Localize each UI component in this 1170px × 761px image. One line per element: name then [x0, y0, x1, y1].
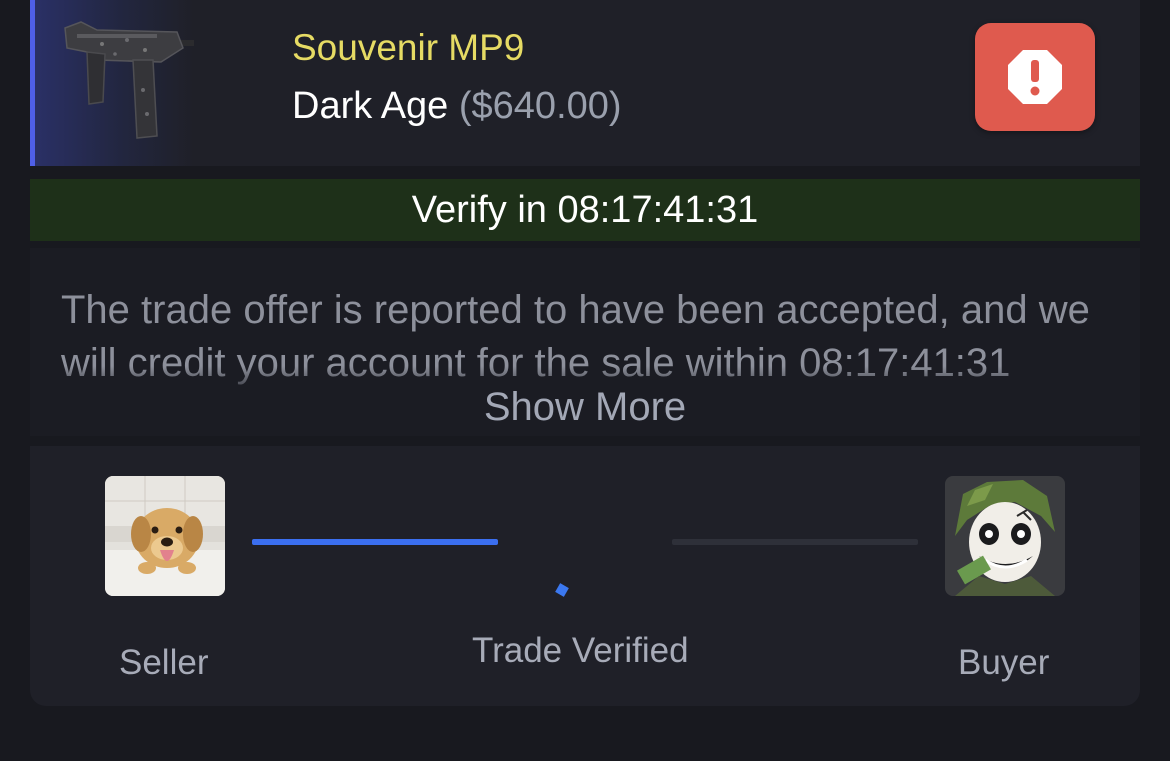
seller-label: Seller: [119, 643, 209, 682]
item-card[interactable]: Souvenir MP9 Dark Age ($640.00): [30, 0, 1140, 166]
verify-countdown-bar: Verify in 08:17:41:31: [30, 179, 1140, 241]
show-more-button[interactable]: Show More: [30, 382, 1140, 432]
verify-countdown-text: Verify in 08:17:41:31: [411, 188, 759, 231]
item-skin-name: Dark Age: [292, 85, 449, 127]
item-name: Souvenir MP9: [292, 27, 525, 68]
item-title: Dark Age ($640.00): [292, 84, 622, 128]
buyer-avatar: [945, 476, 1065, 596]
trade-status-panel: Seller Trade Verified Buyer: [30, 446, 1140, 706]
loading-spinner-icon: [555, 583, 569, 597]
puppy-avatar: [105, 476, 225, 596]
buyer-label: Buyer: [958, 643, 1050, 682]
item-price: ($640.00): [458, 85, 622, 127]
item-thumbnail: [30, 0, 194, 166]
trade-message-panel: The trade offer is reported to have been…: [30, 248, 1140, 436]
joker-avatar: [945, 476, 1065, 596]
seller-avatar: [105, 476, 225, 596]
progress-line-seller: [252, 539, 498, 545]
report-button[interactable]: [975, 23, 1095, 131]
progress-line-buyer: [672, 539, 918, 545]
smg-icon: [64, 21, 194, 139]
trade-status-label: Trade Verified: [472, 631, 689, 670]
exclamation-octagon-icon: [1008, 50, 1062, 104]
